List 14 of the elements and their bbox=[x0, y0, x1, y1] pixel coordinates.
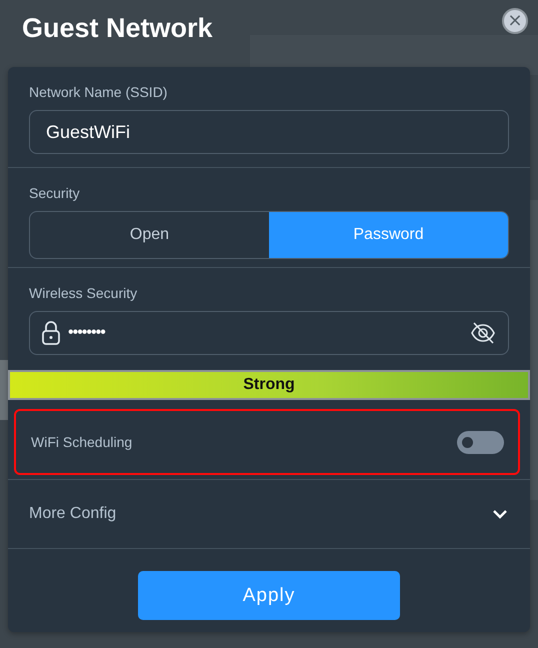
chevron-icon bbox=[492, 509, 508, 519]
security-option[interactable]: Open bbox=[30, 212, 269, 258]
field-label: Security bbox=[29, 185, 81, 201]
eye-icon[interactable] bbox=[470, 321, 496, 345]
field-label: Network Name (SSID) bbox=[29, 84, 168, 100]
strength-label: Strong bbox=[242, 376, 296, 394]
password-field[interactable]: •••••••• bbox=[29, 311, 509, 355]
ssid-field[interactable]: GuestWiFi bbox=[29, 110, 509, 154]
toggle-switch[interactable] bbox=[457, 430, 504, 454]
scheduling-label: WiFi Scheduling bbox=[31, 434, 132, 450]
dialog-title: Guest Network bbox=[22, 13, 213, 44]
lock-icon bbox=[42, 321, 60, 345]
more-config-row[interactable]: More Config bbox=[8, 479, 530, 549]
field-label: Wireless Security bbox=[29, 285, 138, 301]
